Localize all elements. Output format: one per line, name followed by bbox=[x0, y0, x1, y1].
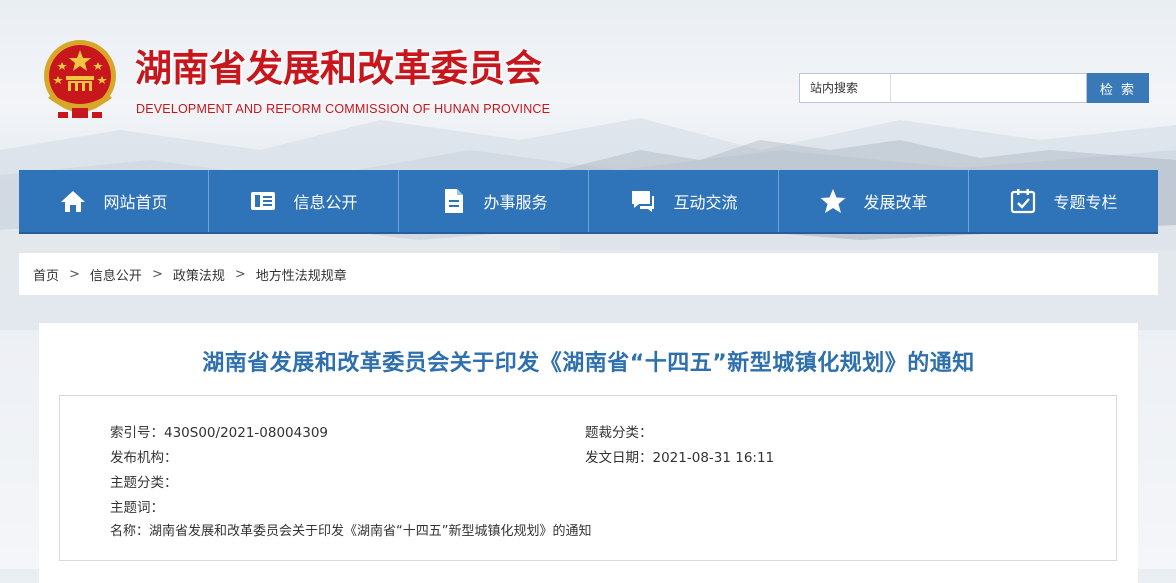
breadcrumb-separator: > bbox=[151, 266, 163, 282]
meta-name: 名称：湖南省发展和改革委员会关于印发《湖南省“十四五”新型城镇化规划》的通知 bbox=[110, 524, 592, 539]
meta-date: 发文日期：2021-08-31 16:11 bbox=[585, 450, 775, 466]
search-input[interactable] bbox=[890, 73, 1087, 103]
breadcrumb-separator: > bbox=[69, 266, 80, 282]
national-emblem-logo bbox=[44, 40, 116, 118]
breadcrumb-local-regulations[interactable]: 地方性法规规章 bbox=[256, 265, 347, 284]
nav-item-development-reform[interactable]: 发展改革 bbox=[779, 170, 969, 232]
file-icon bbox=[439, 187, 467, 215]
nav-item-info-disclosure[interactable]: 信息公开 bbox=[209, 170, 399, 232]
nav-label: 发展改革 bbox=[863, 193, 928, 212]
meta-index-number: 索引号：430S00/2021-08004309 bbox=[110, 425, 329, 441]
article-panel: 湖南省发展和改革委员会关于印发《湖南省“十四五”新型城镇化规划》的通知 索引号：… bbox=[39, 323, 1138, 583]
search-button[interactable]: 检 索 bbox=[1087, 73, 1149, 103]
breadcrumb-separator: > bbox=[234, 266, 246, 282]
breadcrumb-policy[interactable]: 政策法规 bbox=[173, 265, 225, 284]
nav-label: 信息公开 bbox=[293, 193, 358, 212]
breadcrumb: 首页 > 信息公开 > 政策法规 > 地方性法规规章 bbox=[19, 253, 1158, 295]
meta-topic: 主题分类： bbox=[110, 475, 178, 491]
nav-label: 互动交流 bbox=[673, 193, 738, 212]
main-nav: 网站首页 信息公开 办事服务 互动交流 发展改革 专题专栏 bbox=[19, 170, 1158, 234]
meta-category: 题裁分类： bbox=[585, 425, 653, 441]
site-search: 站内搜索 检 索 bbox=[799, 73, 1149, 103]
nav-label: 网站首页 bbox=[103, 193, 168, 212]
nav-item-home[interactable]: 网站首页 bbox=[19, 170, 209, 232]
home-icon bbox=[59, 187, 87, 215]
site-title: 湖南省发展和改革委员会 bbox=[135, 46, 542, 90]
article-meta-box: 索引号：430S00/2021-08004309 题裁分类： 发布机构： 发文日… bbox=[59, 395, 1117, 561]
site-subtitle: DEVELOPMENT AND REFORM COMMISSION OF HUN… bbox=[136, 102, 551, 116]
star-icon bbox=[819, 187, 847, 215]
meta-publisher: 发布机构： bbox=[110, 450, 178, 466]
search-label: 站内搜索 bbox=[799, 73, 890, 103]
calendar-check-icon bbox=[1009, 187, 1037, 215]
meta-keywords: 主题词： bbox=[110, 500, 164, 516]
breadcrumb-home[interactable]: 首页 bbox=[33, 265, 59, 284]
chat-icon bbox=[629, 187, 657, 215]
nav-item-interaction[interactable]: 互动交流 bbox=[589, 170, 779, 232]
nav-label: 办事服务 bbox=[483, 193, 548, 212]
document-list-icon bbox=[249, 187, 277, 215]
breadcrumb-info-disclosure[interactable]: 信息公开 bbox=[90, 265, 142, 284]
nav-item-special-topics[interactable]: 专题专栏 bbox=[969, 170, 1158, 232]
nav-label: 专题专栏 bbox=[1053, 193, 1118, 212]
article-title: 湖南省发展和改革委员会关于印发《湖南省“十四五”新型城镇化规划》的通知 bbox=[202, 351, 975, 376]
nav-item-services[interactable]: 办事服务 bbox=[399, 170, 589, 232]
